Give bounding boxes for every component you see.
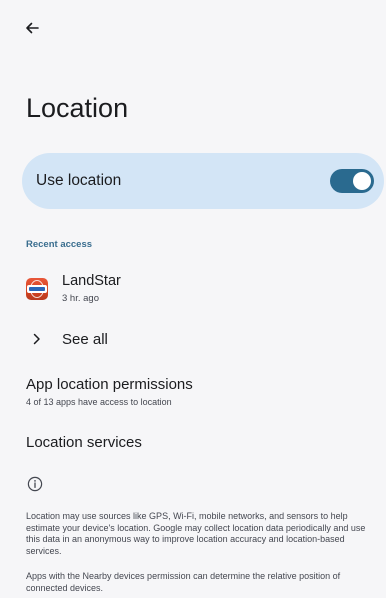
see-all-label: See all (62, 331, 108, 348)
info-icon (27, 476, 43, 492)
landstar-app-icon (26, 278, 48, 300)
app-location-permissions-item[interactable]: App location permissions 4 of 13 apps ha… (26, 375, 366, 409)
location-services-item[interactable]: Location services (26, 433, 366, 453)
location-settings-screen: Location Use location Recent access Land… (0, 0, 386, 598)
use-location-row[interactable]: Use location (22, 153, 384, 209)
app-location-permissions-summary: 4 of 13 apps have access to location (26, 397, 172, 407)
page-title: Location (26, 93, 129, 123)
use-location-label: Use location (36, 172, 122, 189)
chevron-right-icon (33, 333, 40, 345)
app-location-permissions-title: App location permissions (26, 376, 193, 393)
switch-thumb (353, 172, 371, 190)
nearby-devices-footer-paragraph: Apps with the Nearby devices permission … (26, 571, 341, 593)
see-all-button[interactable]: See all (22, 327, 362, 355)
recent-app-item[interactable]: LandStar 3 hr. ago (22, 272, 362, 312)
location-footer-paragraph: Location may use sources like GPS, Wi-Fi… (26, 511, 366, 556)
recent-app-time: 3 hr. ago (62, 293, 99, 304)
back-button[interactable] (20, 16, 44, 40)
location-services-title: Location services (26, 434, 142, 451)
arrow-left-icon (26, 22, 39, 34)
recent-app-name: LandStar (62, 273, 121, 289)
recent-access-header: Recent access (26, 239, 93, 250)
use-location-switch[interactable] (330, 169, 374, 193)
